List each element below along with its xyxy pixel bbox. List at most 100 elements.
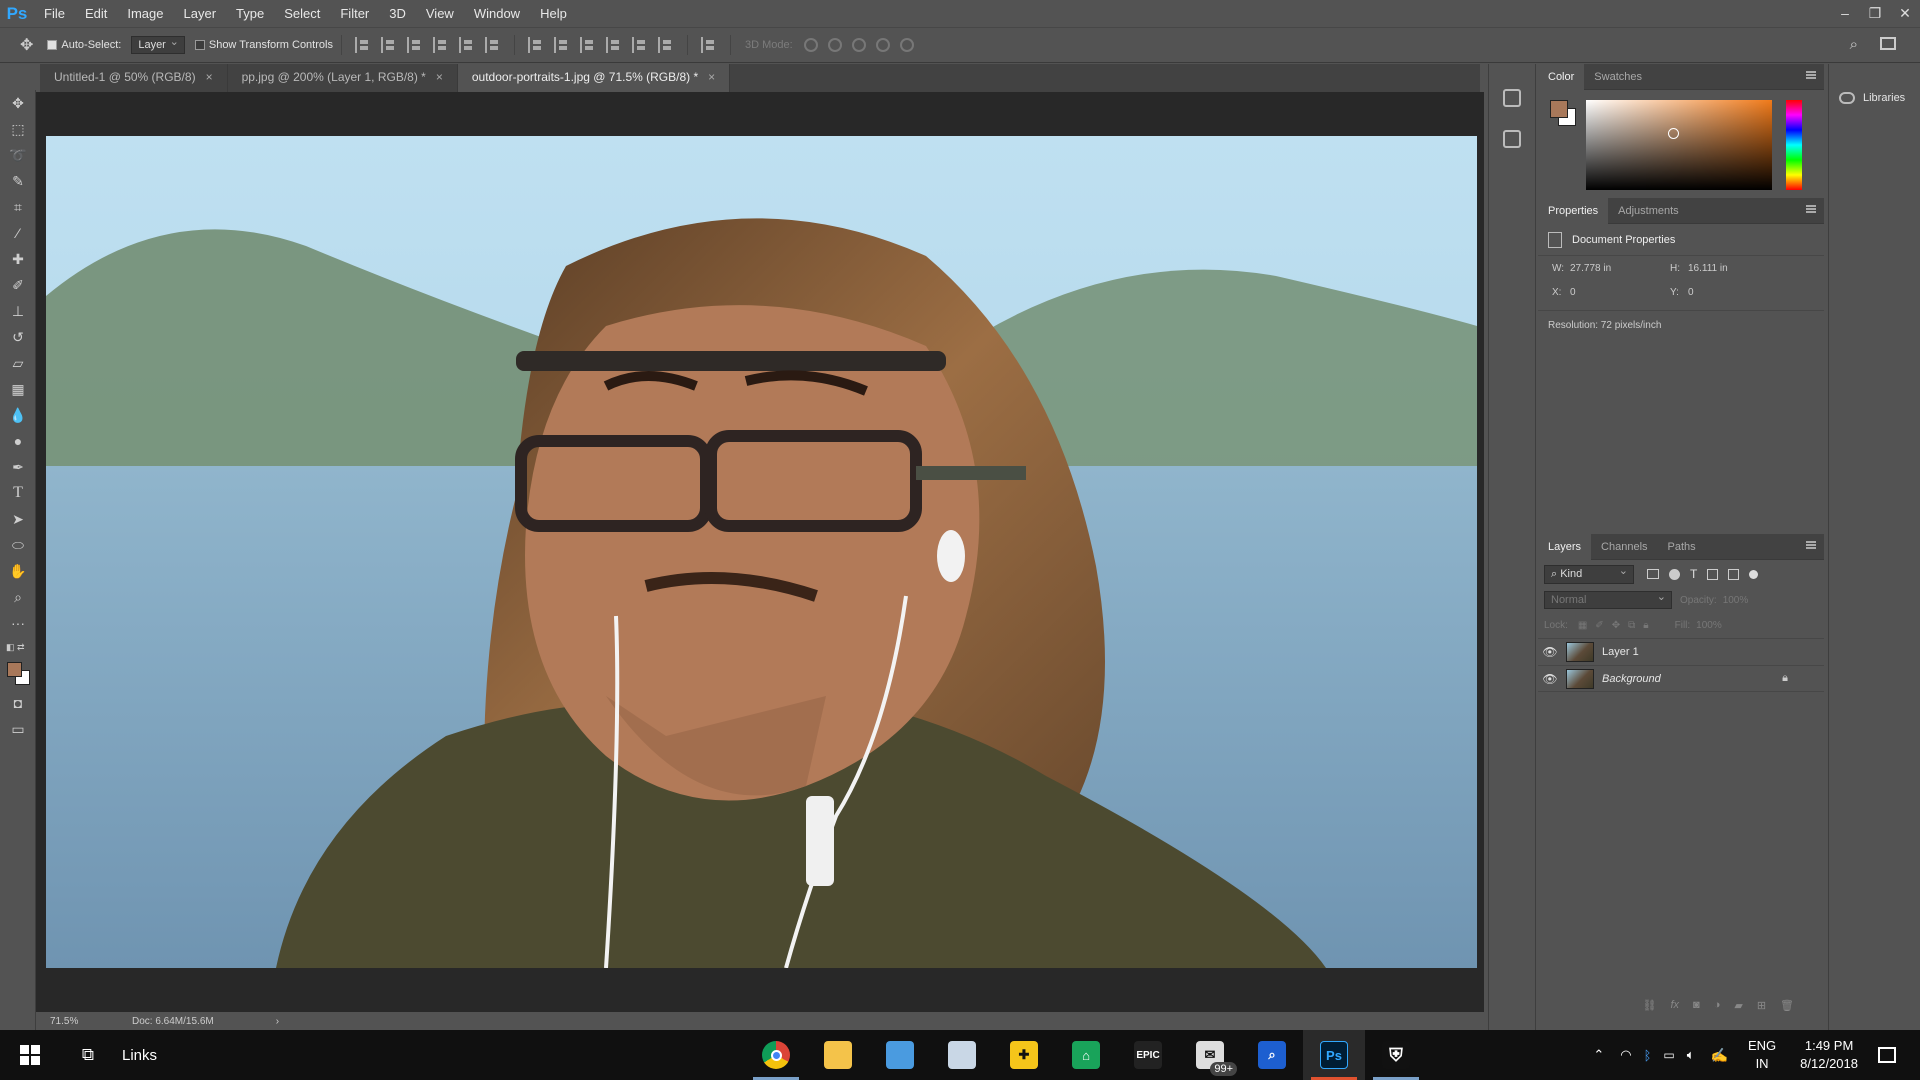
menu-help[interactable]: Help (530, 0, 577, 27)
layer-name[interactable]: Layer 1 (1602, 646, 1639, 658)
tab-adjustments[interactable]: Adjustments (1608, 198, 1689, 224)
outlook-icon[interactable] (869, 1030, 931, 1080)
auto-select-dropdown[interactable]: Layer (131, 35, 185, 54)
norton-icon[interactable]: ✚ (993, 1030, 1055, 1080)
align-top-icon[interactable] (354, 37, 371, 53)
gradient-tool-icon[interactable]: ▦ (0, 376, 36, 402)
fx-icon[interactable]: fx (1670, 999, 1679, 1012)
file-explorer-icon[interactable] (807, 1030, 869, 1080)
tab-swatches[interactable]: Swatches (1584, 64, 1652, 90)
tab-pp[interactable]: pp.jpg @ 200% (Layer 1, RGB/8) * × (227, 64, 458, 92)
filter-adjustment-icon[interactable] (1669, 568, 1680, 580)
mail-badge-icon[interactable]: ✉ 99+ (1179, 1030, 1241, 1080)
tab-channels[interactable]: Channels (1591, 534, 1657, 560)
close-icon[interactable]: × (708, 70, 715, 84)
quick-select-tool-icon[interactable]: ✎ (0, 168, 36, 194)
path-select-tool-icon[interactable]: ➤ (0, 506, 36, 532)
zoom-tool-icon[interactable]: ⌕ (0, 584, 36, 610)
crop-tool-icon[interactable]: ⌗ (0, 194, 36, 220)
menu-layer[interactable]: Layer (174, 0, 227, 27)
hue-slider[interactable] (1786, 100, 1802, 190)
trash-icon[interactable]: 🗑︎ (1780, 999, 1794, 1012)
dodge-tool-icon[interactable]: ● (0, 428, 36, 454)
auto-select-checkbox[interactable] (47, 40, 58, 50)
healing-brush-tool-icon[interactable]: ✚ (0, 246, 36, 272)
3d-slide-icon[interactable] (875, 38, 890, 52)
3d-drag-icon[interactable] (851, 38, 866, 52)
marquee-tool-icon[interactable]: ⬚ (0, 116, 36, 142)
blur-tool-icon[interactable]: 💧 (0, 402, 36, 428)
blend-mode-dropdown[interactable]: Normal (1544, 590, 1672, 609)
quick-mask-icon[interactable]: ◘ (0, 690, 36, 716)
brush-tool-icon[interactable]: ✐ (0, 272, 36, 298)
filter-toggle-icon[interactable] (1749, 569, 1759, 579)
lock-transparent-icon[interactable]: ▦ (1578, 620, 1587, 631)
menu-3d[interactable]: 3D (379, 0, 416, 27)
close-icon[interactable]: × (206, 70, 213, 84)
pen-icon[interactable]: ✍ (1711, 1047, 1728, 1064)
screen-mode-icon[interactable]: ▭ (0, 716, 36, 742)
align-left-icon[interactable] (432, 37, 449, 53)
wifi-icon[interactable]: ◠ (1620, 1047, 1631, 1063)
chrome-icon[interactable] (745, 1030, 807, 1080)
history-panel-icon[interactable] (1503, 89, 1521, 107)
layer-name[interactable]: Background (1602, 673, 1661, 685)
eyedropper-tool-icon[interactable]: ⁄ (0, 220, 36, 246)
search-app-icon[interactable]: ⌕ (1241, 1030, 1303, 1080)
clock[interactable]: 1:49 PM 8/12/2018 (1800, 1037, 1858, 1073)
add-mask-icon[interactable]: ◙ (1693, 999, 1700, 1012)
3d-rotate-icon[interactable] (803, 38, 818, 52)
3d-roll-icon[interactable] (827, 38, 842, 52)
link-layers-icon[interactable]: ⛓ (1643, 999, 1657, 1012)
move-tool-icon[interactable]: ✥ (20, 35, 33, 55)
tab-paths[interactable]: Paths (1658, 534, 1706, 560)
pen-tool-icon[interactable]: ✒ (0, 454, 36, 480)
align-hcenter-icon[interactable] (458, 37, 475, 53)
menu-filter[interactable]: Filter (330, 0, 379, 27)
eye-icon[interactable]: 👁︎ (1538, 645, 1562, 659)
eraser-tool-icon[interactable]: ▱ (0, 350, 36, 376)
menu-window[interactable]: Window (464, 0, 530, 27)
history-brush-tool-icon[interactable]: ↺ (0, 324, 36, 350)
type-tool-icon[interactable]: T (0, 480, 36, 506)
foreground-color-swatch[interactable] (7, 662, 22, 677)
chevron-right-icon[interactable]: › (276, 1016, 279, 1027)
photoshop-icon[interactable]: Ps (1303, 1030, 1365, 1080)
menu-select[interactable]: Select (274, 0, 330, 27)
filter-pixel-icon[interactable] (1647, 569, 1659, 579)
filter-type-icon[interactable]: T (1690, 567, 1697, 581)
panel-foreground-swatch[interactable] (1550, 100, 1568, 118)
libraries-button[interactable]: Libraries (1829, 83, 1920, 113)
more-tools-icon[interactable]: ··· (0, 610, 36, 636)
eye-icon[interactable]: 👁︎ (1538, 672, 1562, 686)
move-tool-icon[interactable]: ✥ (0, 90, 36, 116)
align-right-icon[interactable] (484, 37, 501, 53)
zoom-level[interactable]: 71.5% (50, 1016, 120, 1027)
distribute-top-icon[interactable] (527, 37, 544, 53)
menu-type[interactable]: Type (226, 0, 274, 27)
menu-edit[interactable]: Edit (75, 0, 117, 27)
tab-color[interactable]: Color (1538, 63, 1585, 90)
menu-image[interactable]: Image (117, 0, 173, 27)
adjustment-layer-icon[interactable]: ◑ (1714, 999, 1721, 1012)
battery-icon[interactable]: ▭ (1663, 1048, 1674, 1062)
lock-pixels-icon[interactable]: ✐ (1595, 620, 1603, 631)
distribute-bottom-icon[interactable] (579, 37, 596, 53)
windows-start-icon[interactable] (0, 1045, 60, 1065)
fill-value[interactable]: 100% (1696, 620, 1722, 631)
tab-untitled[interactable]: Untitled-1 @ 50% (RGB/8) × (40, 64, 228, 92)
3d-scale-icon[interactable] (899, 38, 914, 52)
workspace-icon[interactable] (1880, 37, 1896, 50)
epic-games-icon[interactable]: EPIC (1117, 1030, 1179, 1080)
panel-menu-icon[interactable] (1806, 541, 1816, 549)
align-bottom-icon[interactable] (406, 37, 423, 53)
minimize-icon[interactable]: – (1830, 0, 1860, 27)
clone-stamp-tool-icon[interactable]: ⊥ (0, 298, 36, 324)
restore-icon[interactable]: ❐ (1860, 0, 1890, 27)
panel-menu-icon[interactable] (1806, 205, 1816, 213)
tab-layers[interactable]: Layers (1538, 533, 1592, 560)
swap-colors-icon[interactable]: ◧ ⇄ (6, 642, 25, 653)
lock-all-icon[interactable]: 🔒︎ (1643, 620, 1648, 631)
close-icon[interactable]: ✕ (1890, 0, 1920, 27)
align-vcenter-icon[interactable] (380, 37, 397, 53)
